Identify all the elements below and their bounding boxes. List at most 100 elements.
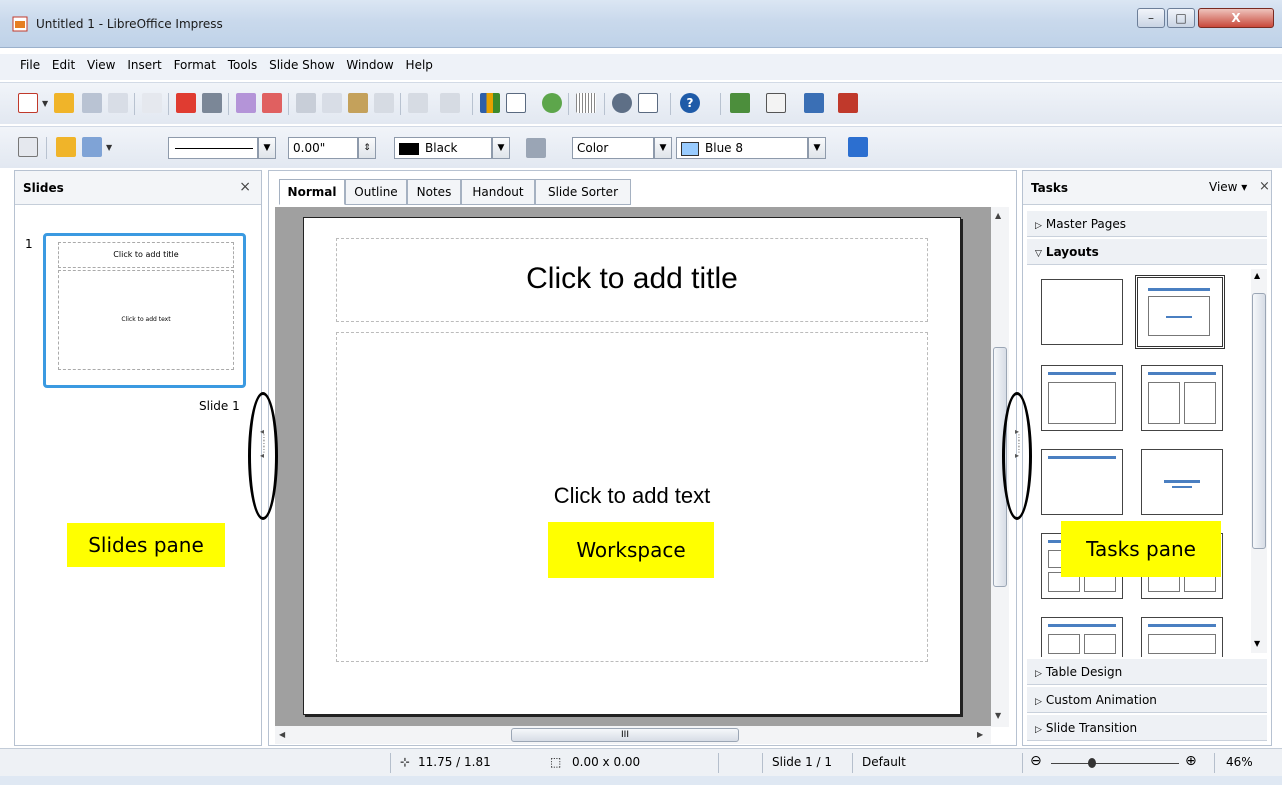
email-icon[interactable]: [108, 93, 128, 113]
layout-title-content-over-content[interactable]: [1041, 617, 1123, 657]
zoom-out-icon[interactable]: ⊖: [1030, 753, 1042, 769]
section-master-pages[interactable]: ▷ Master Pages: [1027, 211, 1267, 237]
layout-title-content[interactable]: [1135, 275, 1225, 349]
scroll-left-icon[interactable]: ◀: [279, 730, 285, 739]
tasks-pane-resize-handle[interactable]: ▸ ⋮ ⋮ ⋮ ▸: [1002, 392, 1032, 520]
layout-title-content-2[interactable]: [1041, 365, 1123, 431]
layouts-scrollbar[interactable]: ▲ ▼: [1251, 269, 1267, 653]
line-style-select[interactable]: [168, 137, 258, 159]
chart-icon[interactable]: [480, 93, 500, 113]
layout-title-only[interactable]: [1041, 449, 1123, 515]
menu-edit[interactable]: Edit: [48, 54, 79, 72]
help-icon[interactable]: ?: [680, 93, 700, 113]
horizontal-scrollbar[interactable]: ◀ III ▶: [275, 726, 991, 744]
area-fill-dropdown-button[interactable]: ▼: [808, 137, 826, 159]
slides-pane-resize-handle[interactable]: ◂ ⋮ ⋮ ⋮ ◂: [248, 392, 278, 520]
slide-thumbnail[interactable]: Click to add title Click to add text: [43, 233, 246, 388]
layout-title-content-over-content-2[interactable]: [1141, 617, 1223, 657]
layouts-scroll-thumb[interactable]: [1252, 293, 1266, 549]
close-window-button[interactable]: X: [1198, 8, 1274, 28]
autospellcheck-icon[interactable]: [262, 93, 282, 113]
line-width-input[interactable]: 0.00": [288, 137, 358, 159]
edit-file-icon[interactable]: [142, 93, 162, 113]
save-icon[interactable]: [82, 93, 102, 113]
close-icon[interactable]: ×: [239, 179, 251, 195]
clone-formatting-icon[interactable]: [374, 93, 394, 113]
slide-show-icon[interactable]: [838, 93, 858, 113]
scroll-down-icon[interactable]: ▼: [1254, 639, 1260, 648]
line-width-spinner[interactable]: ⇕: [358, 137, 376, 159]
title-placeholder[interactable]: Click to add title: [336, 238, 928, 322]
scroll-down-icon[interactable]: ▼: [995, 711, 1001, 720]
table-icon[interactable]: [506, 93, 526, 113]
export-pdf-icon[interactable]: [176, 93, 196, 113]
menu-file[interactable]: File: [16, 54, 44, 72]
spellcheck-icon[interactable]: [236, 93, 256, 113]
section-slide-transition[interactable]: ▷ Slide Transition: [1027, 715, 1267, 741]
paste-icon[interactable]: [348, 93, 368, 113]
slide-layout-icon[interactable]: [766, 93, 786, 113]
menu-help[interactable]: Help: [402, 54, 437, 72]
shadow-icon[interactable]: [848, 137, 868, 157]
area-style-select[interactable]: Color: [572, 137, 654, 159]
open-icon[interactable]: [54, 93, 74, 113]
undo-icon[interactable]: [408, 93, 428, 113]
line-style-dropdown-button[interactable]: ▼: [258, 137, 276, 159]
redo-icon[interactable]: [440, 93, 460, 113]
horizontal-scroll-thumb[interactable]: III: [511, 728, 739, 742]
slide[interactable]: Click to add title Click to add text Wor…: [303, 217, 961, 715]
menu-tools[interactable]: Tools: [224, 54, 262, 72]
minimize-button[interactable]: –: [1137, 8, 1165, 28]
layout-title-2-content[interactable]: [1141, 365, 1223, 431]
menu-view[interactable]: View: [83, 54, 119, 72]
view-menu-button[interactable]: View ▾: [1209, 180, 1247, 194]
new-dropdown-icon[interactable]: ▼: [42, 99, 48, 108]
line-color-select[interactable]: Black: [394, 137, 492, 159]
master-slide-icon[interactable]: [804, 93, 824, 113]
section-table-design[interactable]: ▷ Table Design: [1027, 659, 1267, 685]
scroll-up-icon[interactable]: ▲: [995, 211, 1001, 220]
zoom-slider-handle[interactable]: [1088, 758, 1096, 768]
arrow-style-icon[interactable]: [82, 137, 102, 157]
zoom-level[interactable]: 46%: [1226, 755, 1253, 769]
line-icon[interactable]: [56, 137, 76, 157]
navigator-icon[interactable]: [612, 93, 632, 113]
new-icon[interactable]: [18, 93, 38, 113]
master-page-name[interactable]: Default: [862, 755, 906, 769]
zoom-slider[interactable]: [1051, 763, 1179, 764]
menu-insert[interactable]: Insert: [123, 54, 165, 72]
tab-handout[interactable]: Handout: [461, 179, 535, 205]
tab-normal[interactable]: Normal: [279, 179, 345, 205]
cut-icon[interactable]: [296, 93, 316, 113]
layout-blank[interactable]: [1041, 279, 1123, 345]
tasks-pane-header: Tasks View ▾ ×: [1023, 171, 1271, 205]
workspace-callout: Workspace: [548, 522, 714, 578]
close-icon[interactable]: ×: [1259, 179, 1270, 194]
tab-notes[interactable]: Notes: [407, 179, 461, 205]
menu-format[interactable]: Format: [170, 54, 220, 72]
print-icon[interactable]: [202, 93, 222, 113]
arrow-style-dropdown-icon[interactable]: ▼: [106, 143, 112, 152]
section-layouts[interactable]: ▽ Layouts: [1027, 239, 1267, 265]
scroll-up-icon[interactable]: ▲: [1254, 271, 1260, 280]
section-custom-animation[interactable]: ▷ Custom Animation: [1027, 687, 1267, 713]
area-style-dropdown-button[interactable]: ▼: [654, 137, 672, 159]
maximize-button[interactable]: □: [1167, 8, 1195, 28]
tab-slide-sorter[interactable]: Slide Sorter: [535, 179, 631, 205]
grid-icon[interactable]: [576, 93, 596, 113]
menu-window[interactable]: Window: [342, 54, 397, 72]
area-fill-icon[interactable]: [526, 138, 546, 158]
zoom-icon[interactable]: [638, 93, 658, 113]
area-fill-select[interactable]: Blue 8: [676, 137, 808, 159]
zoom-in-icon[interactable]: ⊕: [1185, 753, 1197, 769]
layout-centered-text[interactable]: [1141, 449, 1223, 515]
line-style-icon[interactable]: [18, 137, 38, 157]
line-color-dropdown-button[interactable]: ▼: [492, 137, 510, 159]
slide-icon[interactable]: [730, 93, 750, 113]
scroll-right-icon[interactable]: ▶: [977, 730, 983, 739]
display-views-icon[interactable]: [542, 93, 562, 113]
text-placeholder[interactable]: Click to add text: [336, 332, 928, 662]
tab-outline[interactable]: Outline: [345, 179, 407, 205]
menu-slide-show[interactable]: Slide Show: [265, 54, 338, 72]
copy-icon[interactable]: [322, 93, 342, 113]
